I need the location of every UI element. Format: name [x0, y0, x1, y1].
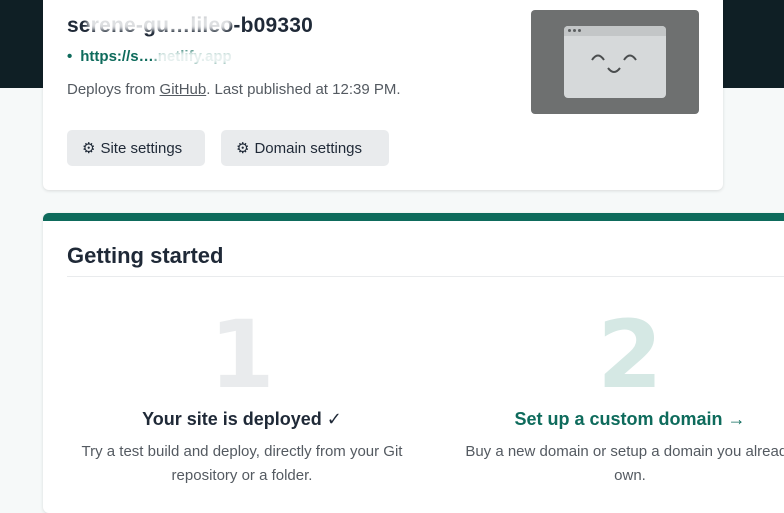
step-title: Your site is deployed ✓: [142, 409, 342, 429]
gear-icon: ⚙: [236, 140, 250, 157]
site-preview-thumbnail[interactable]: [531, 10, 699, 114]
gear-icon: ⚙: [82, 140, 96, 157]
step-deployed: 1 Your site is deployed ✓ Try a test bui…: [62, 309, 422, 488]
site-overview-card: serene-gu…lileo-b09330 •https://s….netli…: [43, 0, 723, 190]
custom-domain-link[interactable]: Set up a custom domain →: [450, 409, 784, 430]
site-settings-label: Site settings: [100, 139, 183, 157]
divider: [67, 276, 784, 277]
step-custom-domain[interactable]: 2 Set up a custom domain → Buy a new dom…: [450, 309, 784, 488]
deploy-source-link[interactable]: GitHub: [160, 81, 207, 98]
domain-settings-label: Domain settings: [254, 139, 363, 157]
deploy-info: Deploys from GitHub. Last published at 1…: [67, 81, 401, 98]
domain-settings-button[interactable]: ⚙ Domain settings: [221, 130, 389, 166]
redaction-blur: [155, 51, 355, 65]
getting-started-title: Getting started: [67, 243, 224, 268]
deploy-suffix: . Last published at 12:39 PM.: [206, 81, 401, 98]
redaction-blur: [87, 14, 232, 30]
deploy-prefix: Deploys from: [67, 81, 160, 98]
step-number: 2: [597, 301, 663, 410]
step-description: Buy a new domain or setup a domain you a…: [465, 443, 784, 484]
step-description: Try a test build and deploy, directly fr…: [81, 443, 403, 484]
step-number: 1: [209, 301, 275, 410]
smiley-face-icon: [591, 54, 637, 73]
bullet-dot-icon: •: [67, 48, 73, 65]
site-preview-face-icon: [564, 26, 666, 98]
getting-started-card: Getting started 1 Your site is deployed …: [43, 213, 784, 513]
site-settings-button[interactable]: ⚙ Site settings: [67, 130, 205, 166]
